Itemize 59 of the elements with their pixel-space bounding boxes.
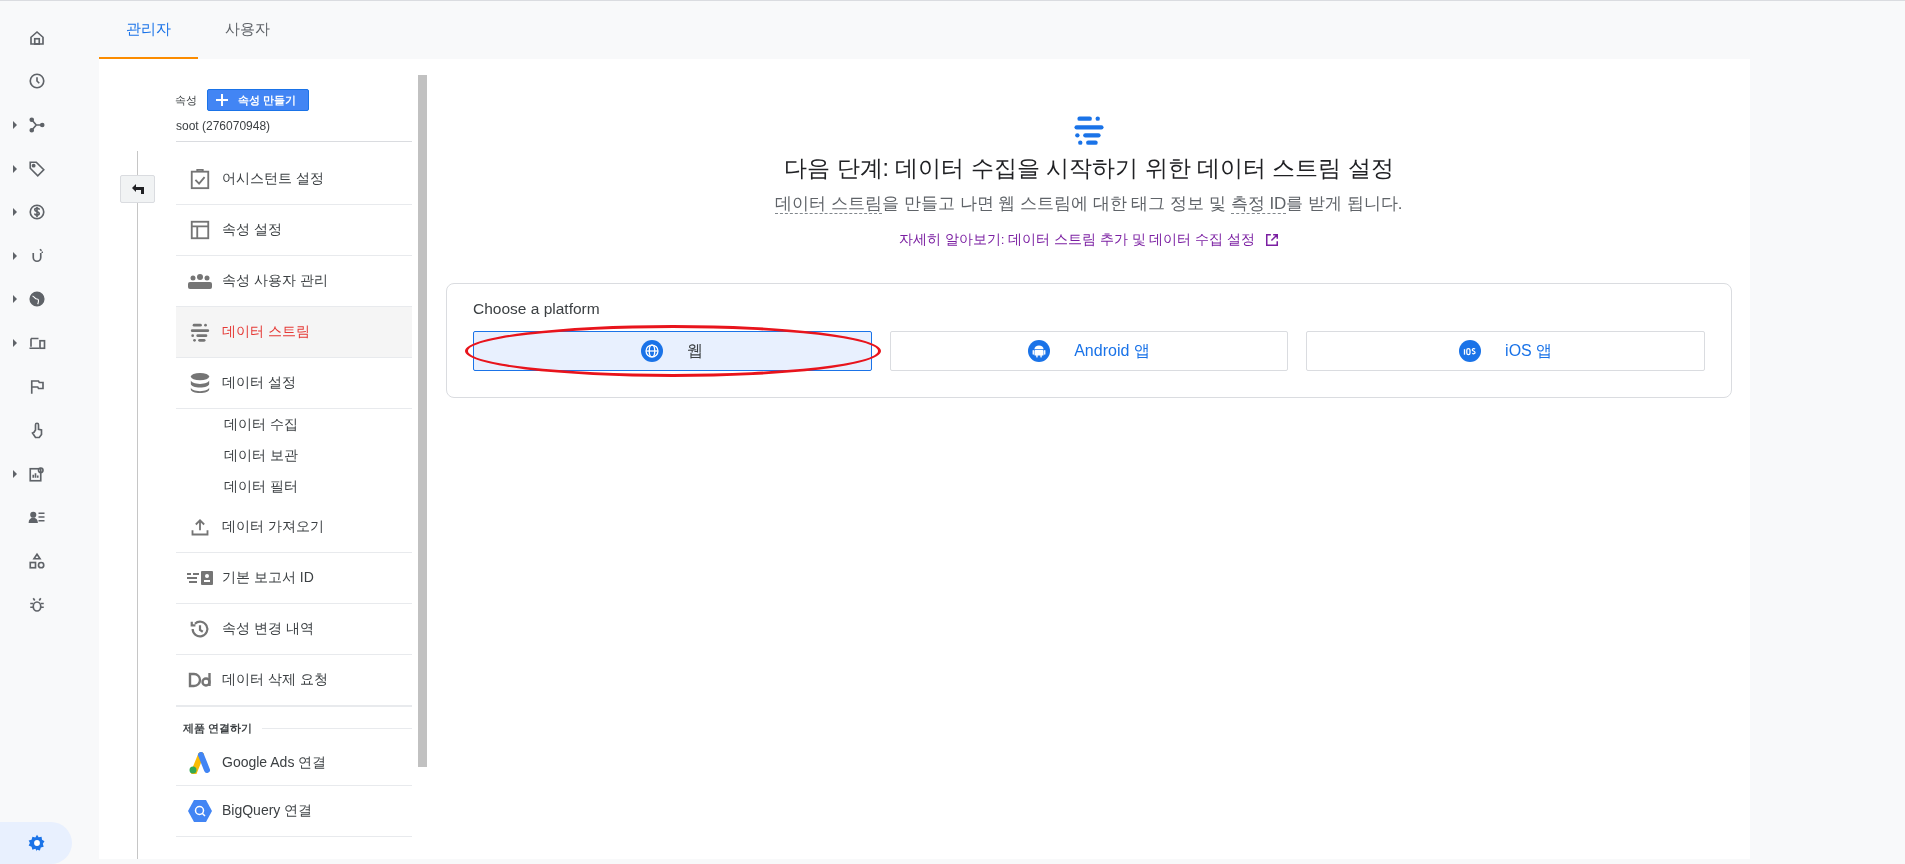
shapes-icon[interactable] [28, 551, 46, 570]
android-icon [1028, 340, 1051, 362]
page-title: 다음 단계: 데이터 수집을 시작하기 위한 데이터 스트림 설정 [784, 154, 1394, 183]
report-icon[interactable] [28, 464, 46, 483]
home-icon[interactable] [28, 28, 46, 47]
platform-button[interactable]: Android 앱 [889, 331, 1289, 371]
bigquery-logo-icon [187, 799, 213, 823]
property-name: soot (276070948) [176, 119, 412, 142]
sidebar-item[interactable]: 속성 설정 [176, 205, 412, 256]
stream-icon [189, 321, 211, 343]
expand-caret-icon[interactable] [13, 338, 17, 347]
expand-caret-icon[interactable] [13, 295, 17, 304]
back-button[interactable] [120, 175, 155, 203]
property-label: 속성 [175, 92, 197, 108]
dollar-icon[interactable] [28, 203, 46, 222]
layout-icon [189, 219, 211, 241]
learn-more-link[interactable]: 자세히 알아보기: 데이터 스트림 추가 및 데이터 수집 설정 [899, 231, 1279, 249]
sidebar-item[interactable]: Google Ads 연결 [176, 740, 412, 786]
clipboard-check-icon [189, 168, 211, 190]
tab[interactable]: 사용자 [198, 1, 297, 59]
card-title: Choose a platform [473, 300, 601, 318]
external-link-icon [1264, 233, 1279, 247]
ios-icon [1459, 340, 1482, 362]
plus-icon [216, 94, 228, 106]
upload-icon [190, 517, 210, 537]
expand-caret-icon[interactable] [13, 251, 17, 260]
sidebar-item[interactable]: 데이터 스트림 [176, 307, 412, 358]
branch-icon[interactable] [28, 116, 46, 134]
sidebar-item[interactable]: 데이터 삭제 요청 [176, 655, 412, 706]
sidebar-item[interactable]: 어시스턴트 설정 [176, 154, 412, 205]
dd-icon [188, 672, 212, 688]
platform-button[interactable]: iOS 앱 [1306, 331, 1705, 371]
bug-icon[interactable] [28, 595, 46, 614]
globe-icon [641, 340, 664, 362]
section-heading: 제품 연결하기 [183, 721, 253, 736]
expand-caret-icon[interactable] [13, 164, 17, 173]
platform-button[interactable]: 웹 [473, 331, 872, 371]
history-icon [189, 618, 211, 640]
database-icon [189, 372, 211, 394]
expand-caret-icon[interactable] [13, 208, 17, 217]
back-arrow-icon [130, 183, 145, 195]
create-property-button[interactable]: 속성 만들기 [207, 89, 310, 111]
settings-icon [27, 833, 47, 853]
clock-icon[interactable] [28, 72, 46, 91]
expand-caret-icon[interactable] [13, 469, 17, 478]
id-card-icon [187, 570, 213, 586]
flag-icon[interactable] [28, 377, 46, 396]
expand-caret-icon[interactable] [13, 121, 17, 129]
people-icon [188, 273, 212, 289]
description-text: 데이터 스트림을 만들고 나면 웹 스트림에 대한 태그 정보 및 측정 ID를 받게 됩니다. [775, 193, 1403, 215]
tag-icon[interactable] [28, 159, 46, 178]
settings-button[interactable] [0, 822, 72, 864]
sidebar-item[interactable]: 데이터 가져오기 [176, 502, 412, 553]
globe-icon[interactable] [28, 290, 46, 309]
google-ads-logo-icon [188, 751, 212, 774]
scrollbar-thumb[interactable] [418, 75, 427, 767]
sidebar-item[interactable]: 기본 보고서 ID [176, 553, 412, 604]
sidebar-item[interactable]: 속성 변경 내역 [176, 604, 412, 655]
sidebar-item[interactable]: BigQuery 연결 [176, 786, 412, 837]
